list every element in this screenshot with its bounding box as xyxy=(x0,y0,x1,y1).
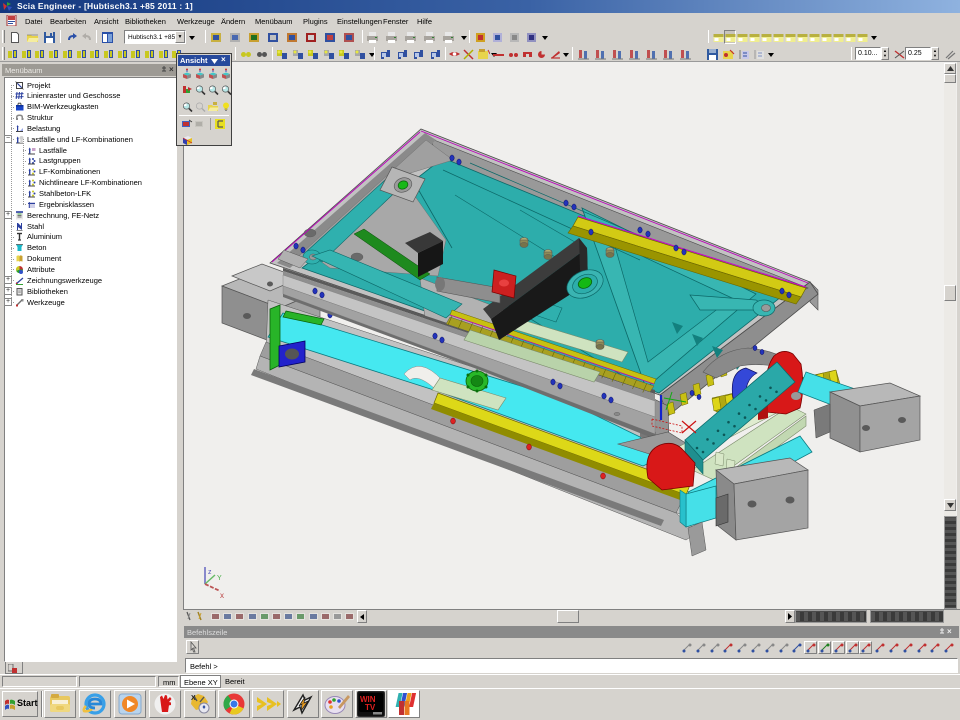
svg-text:X: X xyxy=(191,695,196,702)
svg-text:x: x xyxy=(220,591,224,600)
svg-text:z: z xyxy=(208,569,212,576)
svg-text:TV: TV xyxy=(365,703,376,712)
svg-text:Y: Y xyxy=(217,575,222,582)
